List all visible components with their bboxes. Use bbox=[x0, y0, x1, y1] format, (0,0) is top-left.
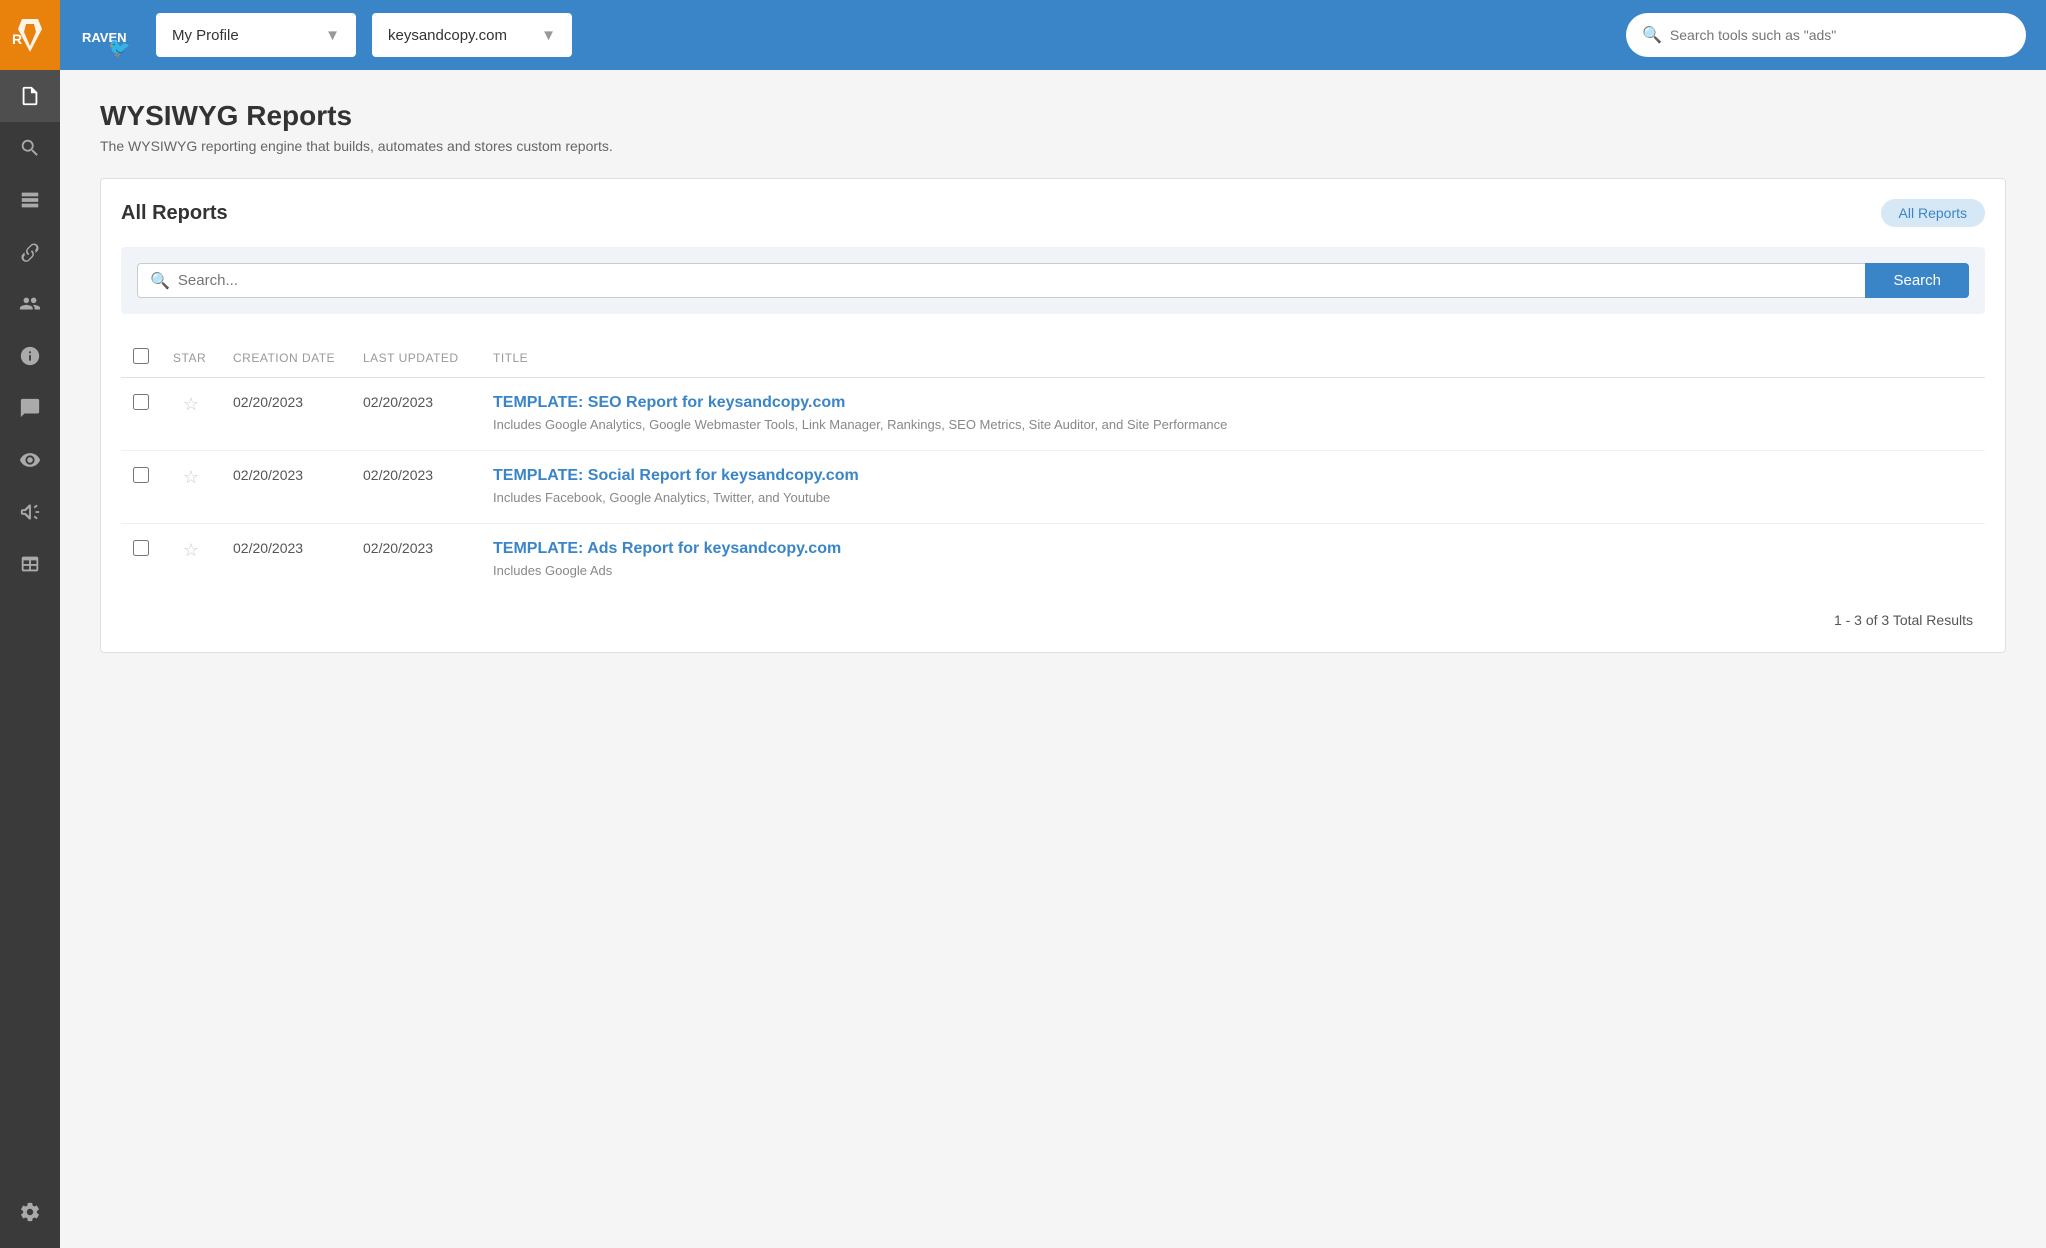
raven-logo-icon: R bbox=[12, 14, 48, 56]
domain-label: keysandcopy.com bbox=[388, 27, 507, 44]
row-title-cell: TEMPLATE: SEO Report for keysandcopy.com… bbox=[481, 378, 1985, 451]
page-title: WYSIWYG Reports bbox=[100, 100, 2006, 132]
reports-table: STAR CREATION DATE LAST UPDATED TITLE ☆ … bbox=[121, 338, 1985, 596]
svg-text:🐦: 🐦 bbox=[108, 38, 130, 58]
search-icon: 🔍 bbox=[1642, 25, 1662, 45]
table-row: ☆ 02/20/2023 02/20/2023 TEMPLATE: Social… bbox=[121, 451, 1985, 524]
star-icon[interactable]: ☆ bbox=[183, 467, 199, 487]
sidebar-item-info[interactable] bbox=[0, 330, 60, 382]
row-checkbox-cell bbox=[121, 378, 161, 451]
reports-header: All Reports All Reports bbox=[121, 199, 1985, 227]
row-last-updated: 02/20/2023 bbox=[351, 524, 481, 597]
sidebar-top: R bbox=[0, 0, 60, 70]
chevron-down-icon: ▼ bbox=[325, 27, 340, 44]
row-checkbox-2[interactable] bbox=[133, 540, 149, 556]
search-button[interactable]: Search bbox=[1865, 263, 1969, 298]
domain-dropdown[interactable]: keysandcopy.com ▼ bbox=[372, 13, 572, 57]
logo-area: RAVEN 🐦 bbox=[80, 10, 130, 60]
report-title-link[interactable]: TEMPLATE: Ads Report for keysandcopy.com bbox=[493, 540, 1973, 558]
topnav: RAVEN 🐦 My Profile ▼ keysandcopy.com ▼ 🔍 bbox=[60, 0, 2046, 70]
sidebar-item-document[interactable] bbox=[0, 70, 60, 122]
reports-section: All Reports All Reports 🔍 Search STAR bbox=[100, 178, 2006, 653]
row-title-cell: TEMPLATE: Ads Report for keysandcopy.com… bbox=[481, 524, 1985, 597]
row-checkbox-0[interactable] bbox=[133, 394, 149, 410]
sidebar-item-search[interactable] bbox=[0, 122, 60, 174]
row-star-cell[interactable]: ☆ bbox=[161, 451, 221, 524]
col-creation-date: CREATION DATE bbox=[221, 338, 351, 378]
main-area: RAVEN 🐦 My Profile ▼ keysandcopy.com ▼ 🔍… bbox=[60, 0, 2046, 1248]
col-title: TITLE bbox=[481, 338, 1985, 378]
row-checkbox-cell bbox=[121, 524, 161, 597]
search-row: 🔍 Search bbox=[121, 247, 1985, 314]
sidebar-item-chart[interactable] bbox=[0, 278, 60, 330]
sidebar-item-table[interactable] bbox=[0, 538, 60, 590]
report-search-input[interactable] bbox=[178, 264, 1854, 297]
sidebar-item-eye[interactable] bbox=[0, 434, 60, 486]
report-title-link[interactable]: TEMPLATE: Social Report for keysandcopy.… bbox=[493, 467, 1973, 485]
select-all-checkbox[interactable] bbox=[133, 348, 149, 364]
content-area: WYSIWYG Reports The WYSIWYG reporting en… bbox=[60, 70, 2046, 1248]
report-title-link[interactable]: TEMPLATE: SEO Report for keysandcopy.com bbox=[493, 394, 1973, 412]
col-last-updated: LAST UPDATED bbox=[351, 338, 481, 378]
col-checkbox bbox=[121, 338, 161, 378]
report-description: Includes Google Ads bbox=[493, 563, 612, 578]
pagination: 1 - 3 of 3 Total Results bbox=[121, 596, 1985, 632]
table-row: ☆ 02/20/2023 02/20/2023 TEMPLATE: SEO Re… bbox=[121, 378, 1985, 451]
row-last-updated: 02/20/2023 bbox=[351, 378, 481, 451]
sidebar-item-list[interactable] bbox=[0, 174, 60, 226]
star-icon[interactable]: ☆ bbox=[183, 394, 199, 414]
row-star-cell[interactable]: ☆ bbox=[161, 378, 221, 451]
tool-search-input[interactable] bbox=[1670, 27, 2010, 43]
table-row: ☆ 02/20/2023 02/20/2023 TEMPLATE: Ads Re… bbox=[121, 524, 1985, 597]
row-checkbox-1[interactable] bbox=[133, 467, 149, 483]
sidebar-item-megaphone[interactable] bbox=[0, 486, 60, 538]
report-description: Includes Google Analytics, Google Webmas… bbox=[493, 417, 1227, 432]
sidebar-item-comment[interactable] bbox=[0, 382, 60, 434]
row-checkbox-cell bbox=[121, 451, 161, 524]
profile-label: My Profile bbox=[172, 27, 239, 44]
chevron-down-icon: ▼ bbox=[541, 27, 556, 44]
profile-dropdown[interactable]: My Profile ▼ bbox=[156, 13, 356, 57]
row-creation-date: 02/20/2023 bbox=[221, 451, 351, 524]
row-title-cell: TEMPLATE: Social Report for keysandcopy.… bbox=[481, 451, 1985, 524]
row-creation-date: 02/20/2023 bbox=[221, 378, 351, 451]
report-search-wrap: 🔍 bbox=[137, 263, 1865, 298]
tool-search-box: 🔍 bbox=[1626, 13, 2026, 57]
col-star: STAR bbox=[161, 338, 221, 378]
sidebar: R bbox=[0, 0, 60, 1248]
report-description: Includes Facebook, Google Analytics, Twi… bbox=[493, 490, 830, 505]
raven-logo: RAVEN 🐦 bbox=[80, 10, 130, 60]
search-icon: 🔍 bbox=[150, 271, 170, 291]
sidebar-item-link[interactable] bbox=[0, 226, 60, 278]
star-icon[interactable]: ☆ bbox=[183, 540, 199, 560]
table-header-row: STAR CREATION DATE LAST UPDATED TITLE bbox=[121, 338, 1985, 378]
page-subtitle: The WYSIWYG reporting engine that builds… bbox=[100, 138, 2006, 154]
row-creation-date: 02/20/2023 bbox=[221, 524, 351, 597]
sidebar-item-settings[interactable] bbox=[0, 1186, 60, 1238]
page-header: WYSIWYG Reports The WYSIWYG reporting en… bbox=[100, 100, 2006, 154]
row-last-updated: 02/20/2023 bbox=[351, 451, 481, 524]
row-star-cell[interactable]: ☆ bbox=[161, 524, 221, 597]
all-reports-badge[interactable]: All Reports bbox=[1881, 199, 1985, 227]
reports-section-title: All Reports bbox=[121, 202, 228, 225]
